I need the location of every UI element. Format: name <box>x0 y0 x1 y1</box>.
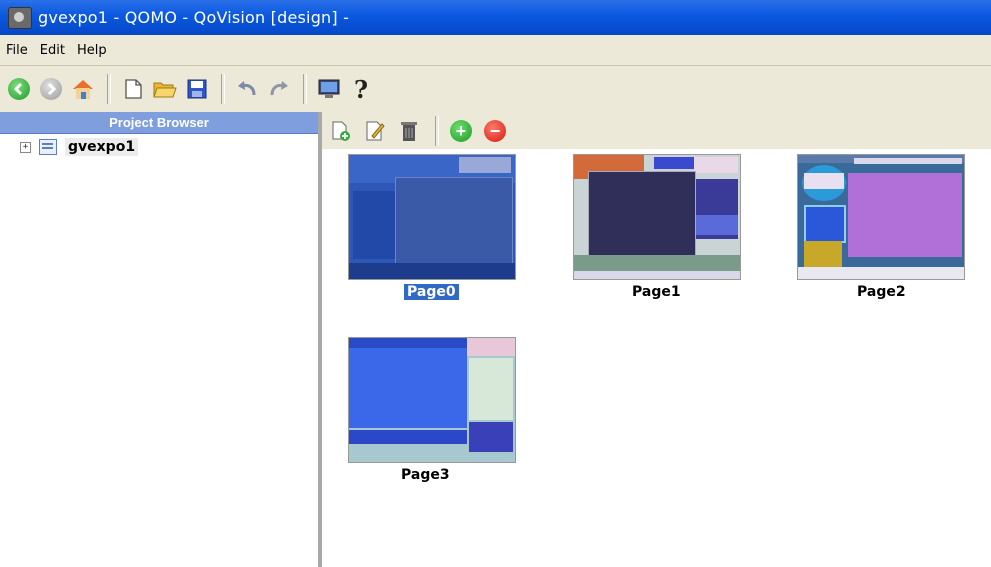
toolbar-separator <box>221 74 225 104</box>
app-icon <box>8 6 32 29</box>
preview-button[interactable] <box>314 73 344 105</box>
project-browser-title: Project Browser <box>0 112 318 134</box>
add-green-icon: + <box>450 119 472 142</box>
undo-button[interactable] <box>232 73 262 105</box>
forward-button[interactable] <box>36 73 66 105</box>
home-button[interactable] <box>68 73 98 105</box>
expand-icon[interactable]: + <box>20 141 31 153</box>
add-page-icon <box>332 121 350 141</box>
project-browser-panel: Project Browser + gvexpo1 <box>0 112 322 567</box>
menu-edit[interactable]: Edit <box>34 43 71 58</box>
delete-page-icon <box>401 121 417 141</box>
remove-red-icon: − <box>484 119 506 142</box>
menu-help[interactable]: Help <box>71 43 113 58</box>
page-thumbnail-1[interactable] <box>573 154 741 280</box>
page-thumbnail-0[interactable] <box>348 154 516 280</box>
page-thumbnail-2[interactable] <box>797 154 965 280</box>
toolbar-separator <box>435 115 439 146</box>
remove-button[interactable]: − <box>480 115 510 147</box>
edit-page-button[interactable] <box>360 115 390 147</box>
page-label-2[interactable]: Page2 <box>857 284 906 300</box>
project-icon <box>39 139 57 155</box>
save-button[interactable] <box>182 73 212 105</box>
page-toolbar: + − <box>322 112 991 149</box>
open-button[interactable] <box>150 73 180 105</box>
help-icon: ? <box>353 74 369 104</box>
window-title: gvexpo1 - QOMO - QoVision [design] - <box>38 8 350 27</box>
menu-bar: File Edit Help <box>0 35 991 66</box>
edit-page-icon <box>366 121 385 140</box>
new-page-icon <box>125 79 142 99</box>
add-button[interactable]: + <box>446 115 476 147</box>
main-toolbar: ? <box>0 66 991 112</box>
page-thumbnail-3[interactable] <box>348 337 516 463</box>
back-icon <box>8 78 30 100</box>
save-icon <box>187 79 207 99</box>
page-label-1[interactable]: Page1 <box>632 284 681 300</box>
menu-file[interactable]: File <box>0 43 34 58</box>
toolbar-separator <box>107 74 111 104</box>
forward-icon <box>40 78 62 100</box>
toolbar-separator <box>303 74 307 104</box>
title-bar: gvexpo1 - QOMO - QoVision [design] - <box>0 0 991 35</box>
redo-icon <box>270 81 288 96</box>
open-folder-icon <box>153 82 177 98</box>
home-icon <box>73 80 93 99</box>
new-button[interactable] <box>118 73 148 105</box>
tree-item-label[interactable]: gvexpo1 <box>65 138 139 156</box>
tree-item-gvexpo1[interactable]: + gvexpo1 <box>0 136 318 158</box>
redo-button[interactable] <box>264 73 294 105</box>
monitor-icon <box>318 79 340 98</box>
delete-page-button[interactable] <box>394 115 424 147</box>
page-label-0[interactable]: Page0 <box>404 284 459 300</box>
undo-icon <box>238 81 256 96</box>
page-thumbnail-area: Page0 Page1 Page2 Page3 <box>322 149 991 567</box>
page-label-3[interactable]: Page3 <box>401 467 450 483</box>
help-button[interactable]: ? <box>346 73 376 105</box>
add-page-button[interactable] <box>326 115 356 147</box>
back-button[interactable] <box>4 73 34 105</box>
